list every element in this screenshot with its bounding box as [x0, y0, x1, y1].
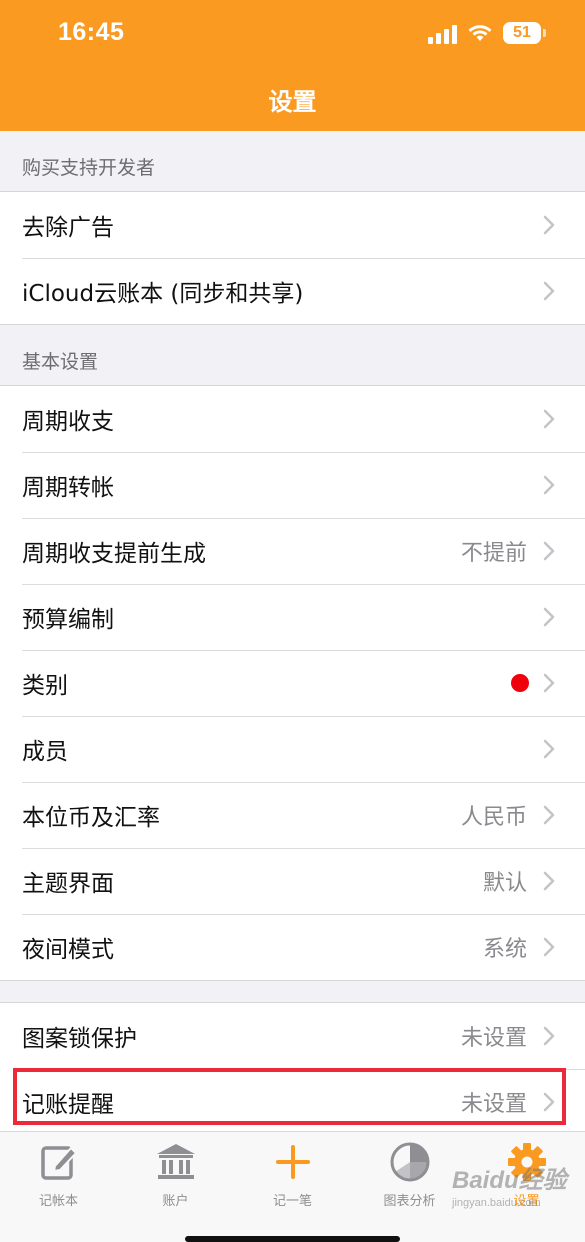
- chevron-right-icon: [543, 541, 555, 561]
- bank-icon: [154, 1140, 198, 1184]
- settings-row-value: 未设置: [460, 1092, 527, 1117]
- wifi-icon: [468, 25, 492, 41]
- settings-row[interactable]: 周期转帐: [0, 452, 585, 518]
- settings-row-value: 系统: [482, 937, 527, 962]
- cellular-signal-icon: [428, 22, 457, 44]
- settings-row[interactable]: iCloud云账本 (同步和共享): [0, 258, 585, 324]
- navigation-header: 16:45 51 设置: [0, 0, 585, 131]
- settings-row[interactable]: 主题界面 默认: [0, 848, 585, 914]
- settings-row-label: 主题界面: [22, 871, 114, 897]
- section-header: 购买支持开发者: [22, 157, 156, 179]
- settings-row-label: 周期收支: [22, 409, 114, 435]
- tab-label: 图表分析: [383, 1194, 436, 1209]
- settings-row[interactable]: 记账提醒 未设置: [0, 1069, 585, 1135]
- settings-row-value: 未设置: [460, 1026, 527, 1051]
- tab-bank[interactable]: 账户: [117, 1140, 234, 1210]
- tab-label: 账户: [162, 1194, 189, 1209]
- settings-row-label: 预算编制: [22, 607, 114, 633]
- settings-group: 周期收支周期转帐周期收支提前生成 不提前预算编制类别成员本位币及汇率 人民币主题界面…: [0, 385, 585, 981]
- settings-row[interactable]: 成员: [0, 716, 585, 782]
- watermark-main: Baidu经验: [452, 1167, 567, 1194]
- status-icons: 51: [428, 20, 546, 46]
- chevron-right-icon: [543, 281, 555, 301]
- settings-row-value: 不提前: [460, 541, 527, 566]
- settings-row[interactable]: 本位币及汇率 人民币: [0, 782, 585, 848]
- battery-icon: 51: [503, 22, 546, 44]
- chevron-right-icon: [543, 1026, 555, 1046]
- settings-row-label: 成员: [22, 739, 68, 765]
- settings-row-label: 记账提醒: [22, 1092, 114, 1118]
- page-title: 设置: [268, 88, 317, 116]
- status-bar: 16:45 51: [0, 0, 585, 68]
- settings-row-label: 本位币及汇率: [22, 805, 160, 831]
- watermark-sub: jingyan.baidu.com: [452, 1197, 541, 1209]
- tab-pie-chart[interactable]: 图表分析: [351, 1140, 468, 1210]
- settings-row-label: 去除广告: [22, 215, 114, 241]
- red-dot-badge: [511, 674, 529, 692]
- tab-label: 记帐本: [38, 1194, 78, 1209]
- settings-group: 图案锁保护 未设置 记账提醒 未设置: [0, 1002, 585, 1136]
- tab-notebook-edit[interactable]: 记帐本: [0, 1140, 117, 1210]
- plus-icon: [271, 1140, 315, 1184]
- settings-row[interactable]: 类别: [0, 650, 585, 716]
- notebook-edit-icon: [37, 1140, 81, 1184]
- settings-row[interactable]: 预算编制: [0, 584, 585, 650]
- settings-row-label: 夜间模式: [22, 937, 114, 963]
- pie-chart-icon: [388, 1140, 432, 1184]
- chevron-right-icon: [543, 409, 555, 429]
- tab-plus[interactable]: 记一笔: [234, 1140, 351, 1210]
- section-header: 基本设置: [22, 351, 99, 373]
- tab-label: 记一笔: [272, 1194, 312, 1209]
- status-time: 16:45: [58, 18, 125, 46]
- chevron-right-icon: [543, 1092, 555, 1112]
- settings-row-label: 类别: [22, 673, 68, 699]
- settings-row-label: 周期收支提前生成: [22, 541, 206, 567]
- chevron-right-icon: [543, 607, 555, 627]
- chevron-right-icon: [543, 805, 555, 825]
- settings-row[interactable]: 图案锁保护 未设置: [0, 1003, 585, 1069]
- settings-row-value: 默认: [482, 871, 527, 896]
- chevron-right-icon: [543, 215, 555, 235]
- settings-row[interactable]: 去除广告: [0, 192, 585, 258]
- settings-row-label: iCloud云账本 (同步和共享): [22, 281, 304, 307]
- chevron-right-icon: [543, 673, 555, 693]
- settings-row[interactable]: 周期收支提前生成 不提前: [0, 518, 585, 584]
- chevron-right-icon: [543, 871, 555, 891]
- battery-level: 51: [513, 24, 531, 41]
- settings-row-value: 人民币: [460, 805, 527, 830]
- settings-row[interactable]: 周期收支: [0, 386, 585, 452]
- baidu-watermark: Baidu经验 jingyan.baidu.com: [452, 1160, 582, 1220]
- chevron-right-icon: [543, 739, 555, 759]
- settings-row-label: 周期转帐: [22, 475, 114, 501]
- settings-row[interactable]: 夜间模式 系统: [0, 914, 585, 980]
- chevron-right-icon: [543, 475, 555, 495]
- home-indicator: [185, 1236, 400, 1242]
- settings-list: 购买支持开发者去除广告 iCloud云账本 (同步和共享) 基本设置周期收支周期转帐…: [0, 131, 585, 1136]
- chevron-right-icon: [543, 937, 555, 957]
- settings-group: 去除广告 iCloud云账本 (同步和共享): [0, 191, 585, 325]
- settings-row-label: 图案锁保护: [22, 1026, 137, 1052]
